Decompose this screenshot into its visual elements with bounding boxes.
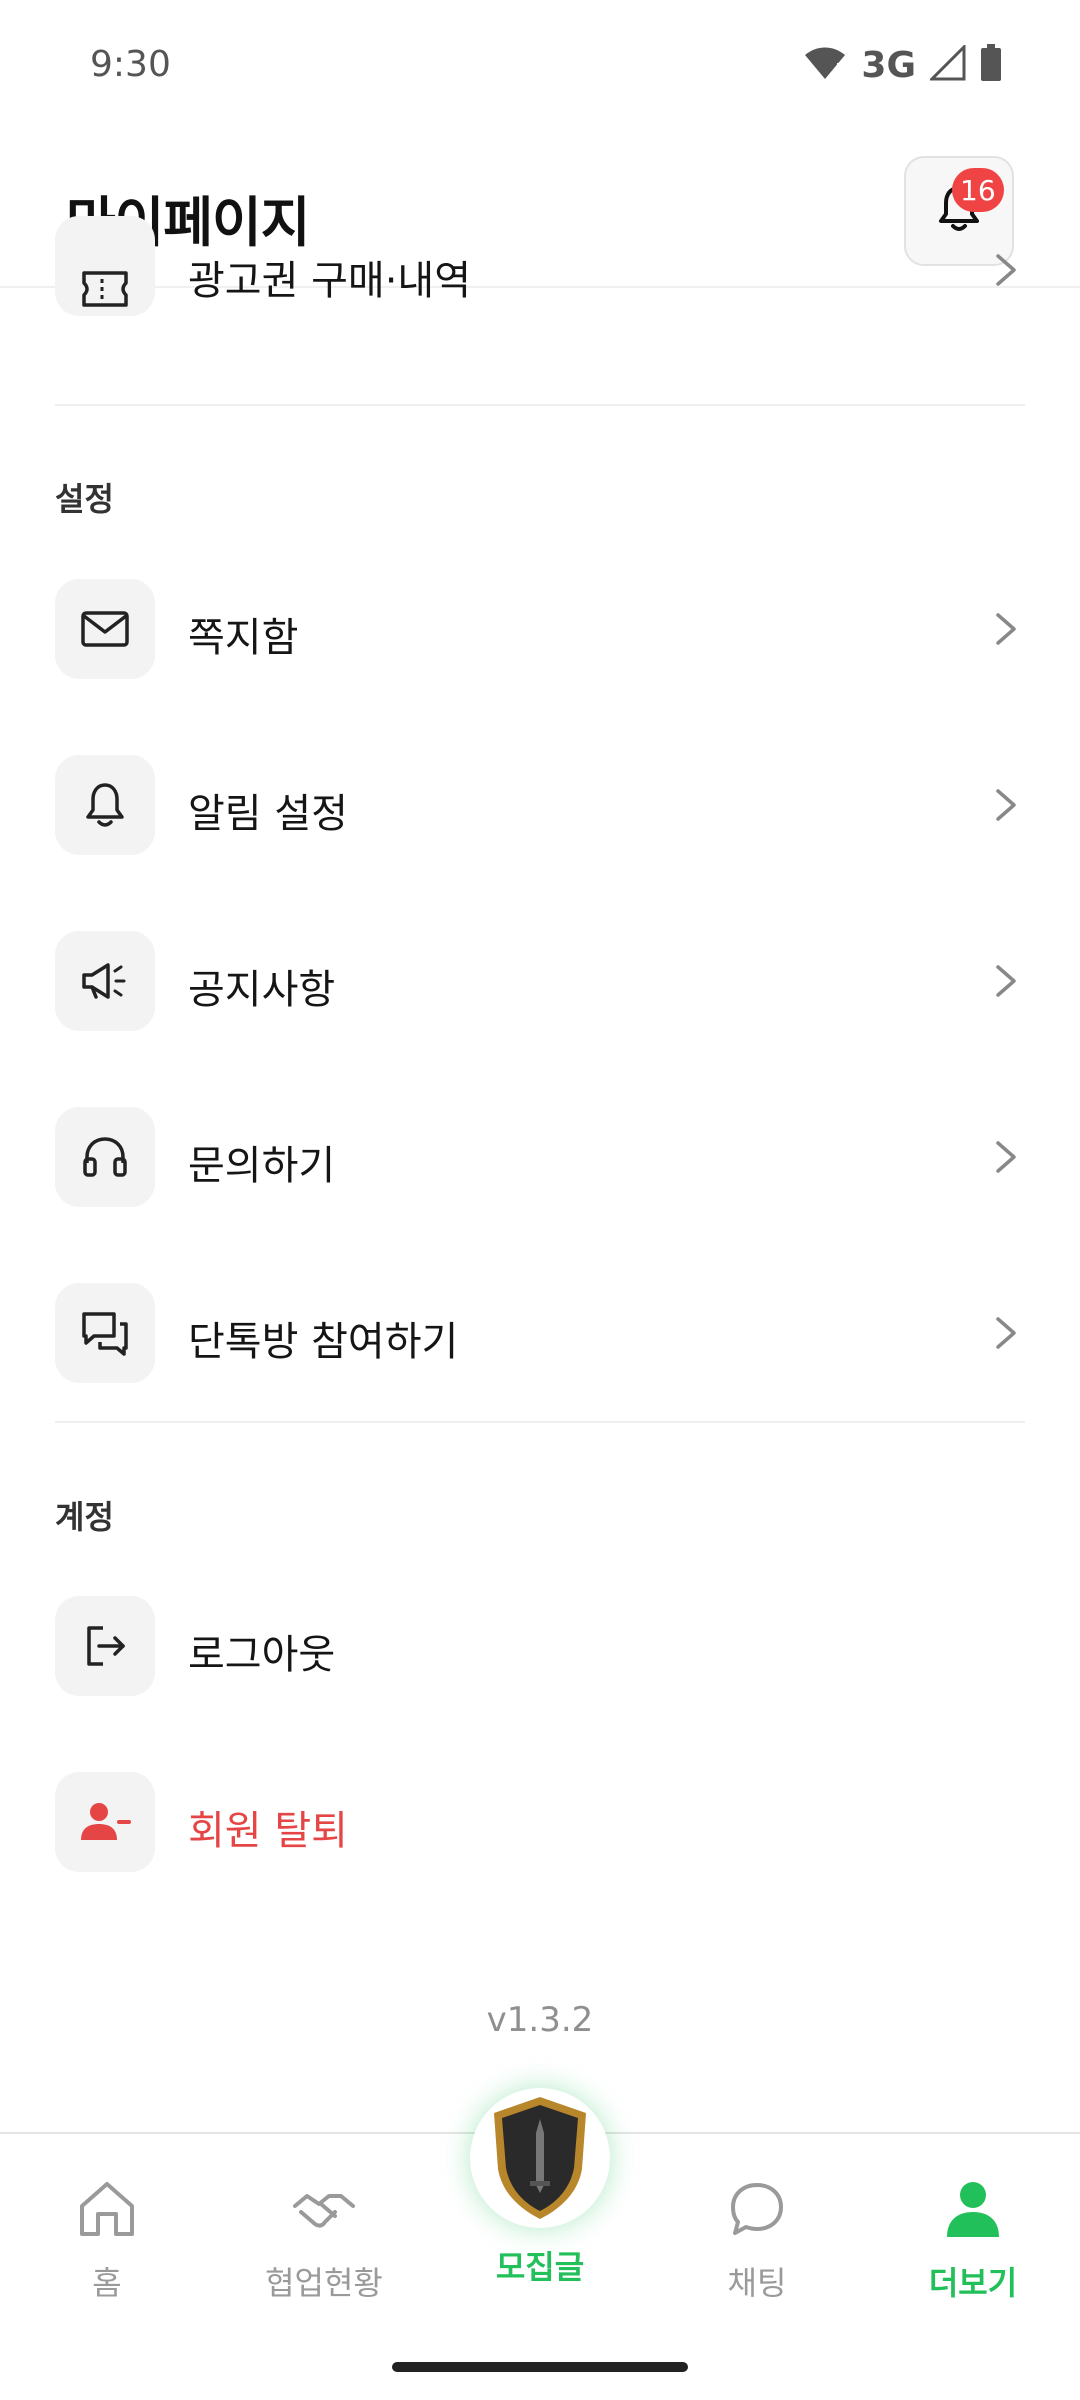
- nav-label: 모집글: [495, 2248, 585, 2286]
- nav-collaboration[interactable]: 협업현황: [234, 2174, 414, 2304]
- chevron-right-icon: [996, 1317, 1016, 1349]
- bottom-nav: 홈 협업현황 모집글 채팅 더보기: [0, 2088, 1080, 2400]
- app-header: 마이페이지 16: [0, 130, 1080, 288]
- menu-item-messages[interactable]: 쪽지함: [0, 579, 1080, 679]
- menu-item-inquiry[interactable]: 문의하기: [0, 1107, 1080, 1207]
- notification-badge: 16: [952, 168, 1004, 212]
- headset-icon-box: [55, 1107, 155, 1207]
- bell-icon: [86, 783, 124, 827]
- mail-icon: [81, 611, 129, 647]
- status-time: 9:30: [90, 44, 171, 85]
- menu-item-withdraw[interactable]: 회원 탈퇴: [0, 1772, 1080, 1872]
- logout-icon-box: [55, 1596, 155, 1696]
- nav-home[interactable]: 홈: [17, 2174, 197, 2304]
- chevron-right-icon: [996, 1141, 1016, 1173]
- network-type: 3G: [861, 44, 916, 86]
- nav-label: 채팅: [727, 2264, 787, 2302]
- ticket-icon: [55, 216, 155, 316]
- chevron-right-icon: [996, 254, 1016, 286]
- menu-item-notification-settings[interactable]: 알림 설정: [0, 755, 1080, 855]
- nav-label: 협업현황: [265, 2264, 383, 2302]
- nav-chat[interactable]: 채팅: [667, 2174, 847, 2304]
- menu-item-group-chat[interactable]: 단톡방 참여하기: [0, 1283, 1080, 1383]
- nav-recruit[interactable]: [470, 2088, 610, 2228]
- divider: [55, 1421, 1025, 1423]
- menu-label: 알림 설정: [188, 791, 348, 837]
- bell-icon-box: [55, 755, 155, 855]
- user-minus-icon-box: [55, 1772, 155, 1872]
- menu-label: 로그아웃: [188, 1632, 336, 1678]
- chevron-right-icon: [996, 613, 1016, 645]
- mail-icon-box: [55, 579, 155, 679]
- megaphone-icon-box: [55, 931, 155, 1031]
- chevron-right-icon: [996, 789, 1016, 821]
- user-icon: [947, 2182, 999, 2237]
- app-version: v1.3.2: [486, 2000, 594, 2040]
- menu-label: 공지사항: [188, 967, 336, 1013]
- headset-icon: [83, 1137, 127, 1177]
- divider: [55, 404, 1025, 406]
- user-minus-icon: [81, 1803, 131, 1840]
- menu-item-logout[interactable]: 로그아웃: [0, 1596, 1080, 1696]
- signal-icon: [928, 43, 966, 85]
- status-bar: 9:30 3G: [0, 0, 1080, 130]
- nav-label: 홈: [92, 2264, 122, 2302]
- section-title-account: 계정: [55, 1498, 114, 1536]
- chat-bubbles-icon: [82, 1312, 128, 1356]
- status-icons: 3G: [803, 43, 1002, 86]
- handshake-icon: [293, 2194, 355, 2228]
- menu-label: 단톡방 참여하기: [188, 1319, 459, 1365]
- chat-bubbles-icon-box: [55, 1283, 155, 1383]
- wifi-icon: [803, 45, 847, 85]
- section-title-settings: 설정: [55, 480, 114, 518]
- home-icon: [80, 2182, 134, 2236]
- nav-more[interactable]: 더보기: [883, 2174, 1063, 2304]
- home-indicator[interactable]: [392, 2362, 688, 2372]
- shield-sword-icon: [494, 2097, 586, 2219]
- menu-label: 광고권 구매·내역: [188, 258, 472, 304]
- megaphone-icon: [82, 963, 126, 999]
- menu-label: 회원 탈퇴: [188, 1808, 348, 1854]
- battery-icon: [980, 44, 1002, 86]
- menu-label: 문의하기: [188, 1143, 336, 1189]
- chat-icon: [731, 2183, 783, 2235]
- chevron-right-icon: [996, 965, 1016, 997]
- menu-item-notices[interactable]: 공지사항: [0, 931, 1080, 1031]
- menu-label: 쪽지함: [188, 615, 299, 661]
- logout-icon: [87, 1626, 125, 1666]
- nav-label: 더보기: [928, 2264, 1018, 2302]
- menu-item-ad-ticket[interactable]: 광고권 구매·내역: [0, 216, 1080, 366]
